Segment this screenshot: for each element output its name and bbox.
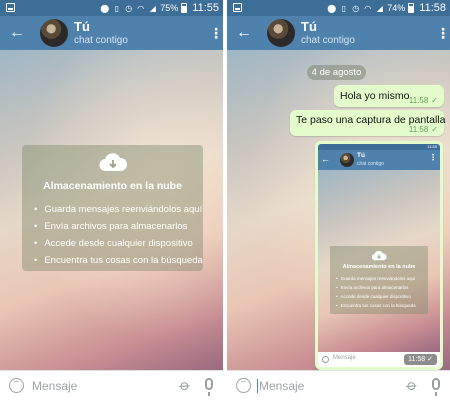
right-phone-screen: ⬤ ▯ ◷ ◠ ◢ 74% 11:58 ← Tú chat contigo ⋮ … xyxy=(227,0,450,400)
chat-title[interactable]: Tú xyxy=(301,19,317,34)
status-time: 11:58 xyxy=(419,2,446,14)
cloud-download-icon xyxy=(371,250,387,261)
status-bar: ⬤ ▯ ◷ ◠ ◢ 75% 11:55 xyxy=(0,0,223,16)
message-input[interactable]: Mensaje xyxy=(32,379,77,393)
more-vertical-icon[interactable]: ⋮ xyxy=(209,25,223,41)
list-item: Guarda mensajes reenviándolos aquí xyxy=(34,201,203,218)
arrow-left-icon: ← xyxy=(321,154,330,164)
card-title: Almacenamiento en la nube xyxy=(43,180,182,192)
message-input-bar: ˘˘ Mensaje ⌀ xyxy=(227,370,450,400)
notification-image-icon xyxy=(233,3,242,12)
message-time: 11:58 xyxy=(408,125,429,134)
battery-percentage: 74% xyxy=(387,3,406,13)
mini-feature-list: Guarda mensajes reenviándolos aquí Envía… xyxy=(336,274,416,310)
wifi-icon: ◠ xyxy=(364,3,372,13)
location-icon: ⬤ xyxy=(327,3,337,13)
list-item: Guarda mensajes reenviándolos aquí xyxy=(336,274,416,283)
chat-background: Almacenamiento en la nube Guarda mensaje… xyxy=(0,50,223,370)
date-badge: 4 de agosto xyxy=(307,65,366,80)
chat-header: ← Tú chat contigo ⋮ xyxy=(227,16,450,50)
avatar[interactable] xyxy=(267,19,295,47)
emoji-icon xyxy=(322,356,329,363)
more-vertical-icon[interactable]: ⋮ xyxy=(436,25,450,41)
mini-status-time: 11:55 xyxy=(427,144,437,149)
list-item: Accede desde cualquier dispositivo xyxy=(34,235,203,252)
list-item: Encuentra tus cosas con la búsqueda xyxy=(336,301,416,310)
message-meta: 11:58 ✓ xyxy=(409,125,438,134)
chat-subtitle: chat contigo xyxy=(301,35,355,46)
two-phone-screens: ⬤ ▯ ◷ ◠ ◢ 75% 11:55 ← Tú chat contigo ⋮ xyxy=(0,0,450,400)
check-icon: ✓ xyxy=(427,356,433,363)
location-icon: ⬤ xyxy=(100,3,110,13)
arrow-left-icon[interactable]: ← xyxy=(235,24,253,42)
mini-chat-background: Almacenamiento en la nube Guarda mensaje… xyxy=(318,170,440,352)
message-time: 11:58 xyxy=(408,96,429,105)
chat-subtitle: chat contigo xyxy=(74,35,128,46)
emoji-icon[interactable]: ˘˘ xyxy=(236,378,251,393)
feature-list: Guarda mensajes reenviándolos aquí Envía… xyxy=(34,201,203,269)
vibrate-icon: ▯ xyxy=(341,3,346,13)
alarm-icon: ◷ xyxy=(352,3,360,13)
list-item: Encuentra tus cosas con la búsqueda xyxy=(34,252,202,269)
list-item: Accede desde cualquier dispositivo xyxy=(336,292,416,301)
check-icon: ✓ xyxy=(431,125,438,134)
emoji-icon[interactable]: ˘˘ xyxy=(9,378,24,393)
alarm-icon: ◷ xyxy=(125,3,133,13)
battery-icon xyxy=(408,3,415,13)
chat-header: ← Tú chat contigo ⋮ xyxy=(0,16,223,50)
chat-background: 4 de agosto Hola yo mismo 11:58 ✓ Te paso… xyxy=(227,50,450,370)
check-icon: ✓ xyxy=(431,96,438,105)
paperclip-icon[interactable]: ⌀ xyxy=(175,376,194,396)
mini-card-title: Almacenamiento en la nube xyxy=(342,264,416,270)
left-phone-screen: ⬤ ▯ ◷ ◠ ◢ 75% 11:55 ← Tú chat contigo ⋮ xyxy=(0,0,223,400)
mini-cloud-card: Almacenamiento en la nube Guarda mensaje… xyxy=(330,246,428,314)
status-icons: ⬤ ▯ ◷ ◠ ◢ 75% 11:55 xyxy=(100,2,219,14)
status-bar: ⬤ ▯ ◷ ◠ ◢ 74% 11:58 xyxy=(227,0,450,16)
message-input-bar: ˘˘ Mensaje ⌀ xyxy=(0,370,223,400)
status-icons: ⬤ ▯ ◷ ◠ ◢ 74% 11:58 xyxy=(327,2,446,14)
screenshot-image[interactable]: 11:55 ← Tú chat contigo ⋮ Almacenamiento… xyxy=(318,144,440,367)
message-bubble[interactable]: Hola yo mismo 11:58 ✓ xyxy=(334,85,444,107)
screenshot-message[interactable]: 11:55 ← Tú chat contigo ⋮ Almacenamiento… xyxy=(315,141,443,370)
signal-icon: ◢ xyxy=(376,3,383,13)
cloud-download-icon xyxy=(99,153,128,172)
message-bubble[interactable]: Te paso una captura de pantalla 11:58 ✓ xyxy=(290,110,445,136)
message-meta: 11:58 ✓ xyxy=(409,96,438,105)
message-input[interactable]: Mensaje xyxy=(259,379,304,393)
message-time: 11:58 xyxy=(408,356,426,363)
mini-chat-subtitle: chat contigo xyxy=(357,161,384,167)
message-text: Hola yo mismo xyxy=(340,90,410,102)
status-time: 11:55 xyxy=(192,2,219,14)
mini-chat-title: Tú xyxy=(357,152,365,159)
wifi-icon: ◠ xyxy=(137,3,145,13)
screenshot-message-meta: 11:58 ✓ xyxy=(404,354,437,365)
text-cursor xyxy=(257,379,258,393)
battery-icon xyxy=(181,3,188,13)
list-item: Envía archivos para almacenarlos xyxy=(34,218,203,235)
battery-percentage: 75% xyxy=(160,3,179,13)
mini-chat-header: ← Tú chat contigo ⋮ xyxy=(318,150,440,170)
list-item: Envía archivos para almacenarlos xyxy=(336,283,416,292)
mini-input-placeholder: Mensaje xyxy=(333,355,356,361)
avatar xyxy=(340,153,354,167)
arrow-left-icon[interactable]: ← xyxy=(8,24,26,42)
microphone-icon[interactable] xyxy=(205,378,213,396)
more-vertical-icon: ⋮ xyxy=(429,153,437,162)
signal-icon: ◢ xyxy=(149,3,156,13)
chat-title[interactable]: Tú xyxy=(74,19,90,34)
vibrate-icon: ▯ xyxy=(114,3,119,13)
avatar[interactable] xyxy=(40,19,68,47)
cloud-storage-card: Almacenamiento en la nube Guarda mensaje… xyxy=(22,145,203,271)
paperclip-icon[interactable]: ⌀ xyxy=(402,376,421,396)
notification-image-icon xyxy=(6,3,15,12)
mini-input-bar: Mensaje 11:58 ✓ xyxy=(318,352,440,367)
microphone-icon[interactable] xyxy=(432,378,440,396)
